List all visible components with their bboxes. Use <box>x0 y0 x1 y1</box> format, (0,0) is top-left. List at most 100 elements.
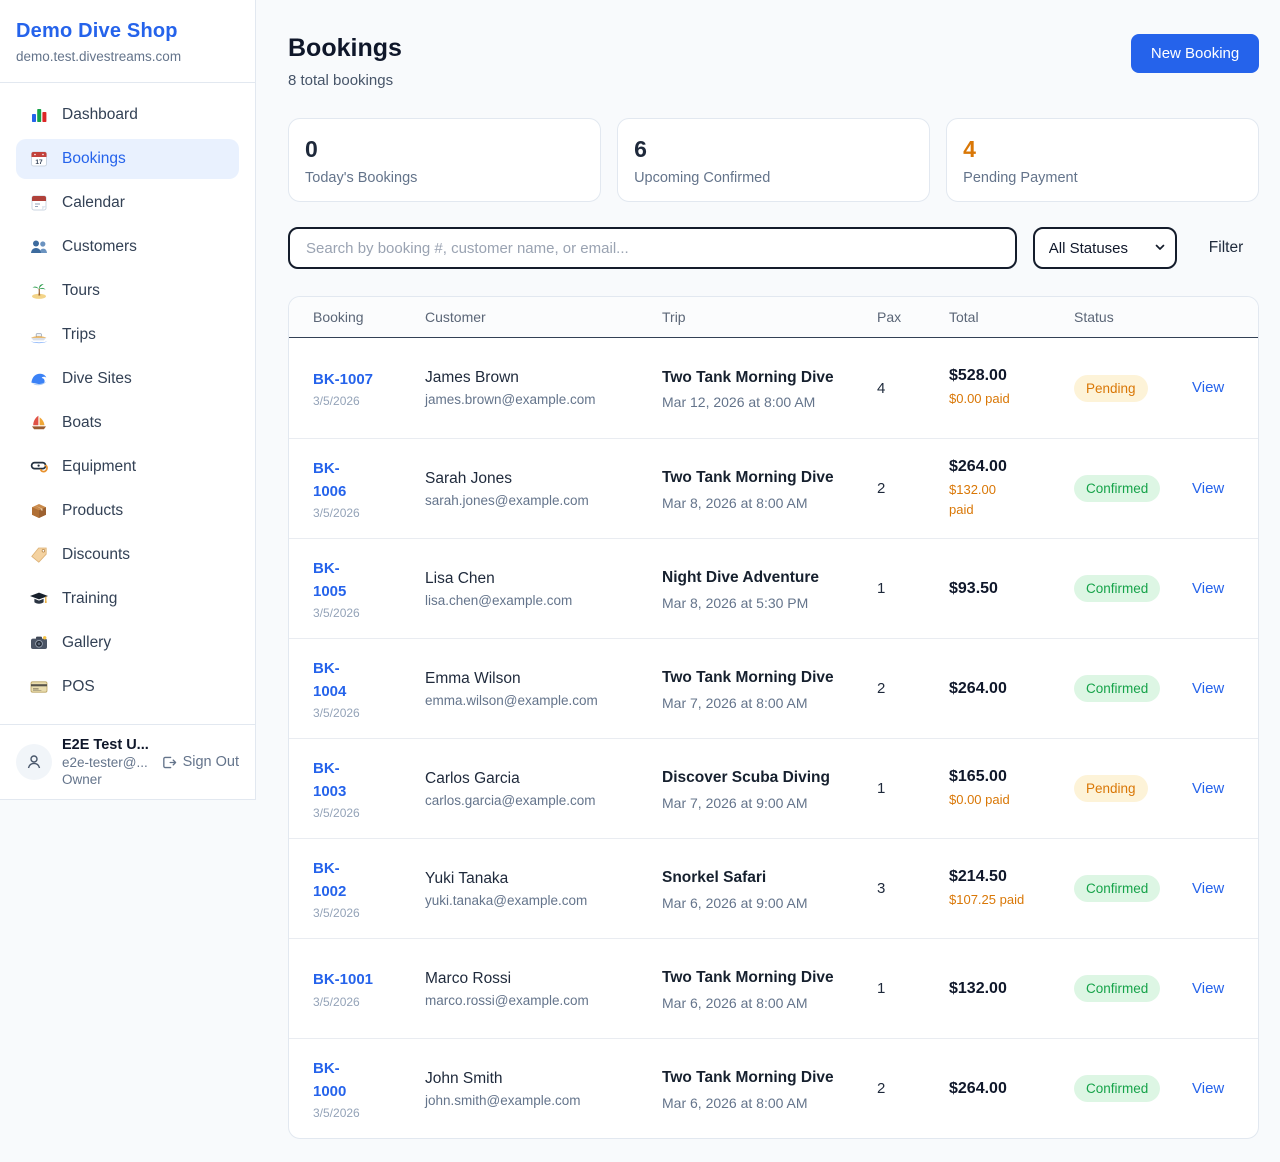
sidebar-item-discounts[interactable]: Discounts <box>16 535 239 575</box>
booking-id-link[interactable]: BK-1005 <box>313 557 346 604</box>
total-amount: $528.00 <box>949 367 1064 385</box>
customer-name: Emma Wilson <box>425 670 652 688</box>
column-header-pax: Pax <box>877 309 949 325</box>
view-link[interactable]: View <box>1192 780 1224 797</box>
column-header-status: Status <box>1074 309 1192 325</box>
sidebar-item-label: Gallery <box>62 634 111 652</box>
total-amount: $132.00 <box>949 980 1064 998</box>
filter-button[interactable]: Filter <box>1193 239 1259 257</box>
customer-name: James Brown <box>425 369 652 387</box>
paid-amount: $0.00 paid <box>949 389 1064 409</box>
view-link[interactable]: View <box>1192 1080 1224 1097</box>
page-title-block: Bookings 8 total bookings <box>288 34 402 89</box>
sidebar-item-calendar[interactable]: Calendar <box>16 183 239 223</box>
page-title: Bookings <box>288 34 402 63</box>
booking-id-link[interactable]: BK-1002 <box>313 857 346 904</box>
trip-datetime: Mar 7, 2026 at 8:00 AM <box>662 695 867 711</box>
booking-id-link[interactable]: BK-1006 <box>313 457 346 504</box>
view-link[interactable]: View <box>1192 980 1224 997</box>
customer-email: yuki.tanaka@example.com <box>425 893 652 908</box>
status-select[interactable]: All Statuses <box>1033 227 1177 269</box>
trip-datetime: Mar 6, 2026 at 8:00 AM <box>662 995 867 1011</box>
sidebar-nav: Dashboard 17 Bookings Calendar CustomersTour… <box>0 83 255 723</box>
customer-name: John Smith <box>425 1070 652 1088</box>
sidebar-item-bookings[interactable]: 17 Bookings <box>16 139 239 179</box>
customer-name: Yuki Tanaka <box>425 870 652 888</box>
dive-sites-icon <box>29 369 49 389</box>
customer-email: carlos.garcia@example.com <box>425 793 652 808</box>
trip-name: Two Tank Morning Dive <box>662 966 834 989</box>
trip-name: Snorkel Safari <box>662 866 834 889</box>
new-booking-button[interactable]: New Booking <box>1131 34 1259 73</box>
sidebar-item-boats[interactable]: Boats <box>16 403 239 443</box>
status-badge: Pending <box>1074 775 1148 802</box>
paid-amount: $0.00 paid <box>949 790 1064 810</box>
booking-id-link[interactable]: BK-1000 <box>313 1057 346 1104</box>
customer-name: Marco Rossi <box>425 970 652 988</box>
stat-cards: 0Today's Bookings6Upcoming Confirmed4Pen… <box>288 118 1259 202</box>
status-badge: Confirmed <box>1074 575 1160 602</box>
sidebar-item-label: Calendar <box>62 194 125 212</box>
dashboard-icon <box>29 105 49 125</box>
trip-datetime: Mar 6, 2026 at 8:00 AM <box>662 1095 867 1111</box>
stat-label: Today's Bookings <box>305 170 584 186</box>
column-header-total: Total <box>949 309 1074 325</box>
customer-email: james.brown@example.com <box>425 392 652 407</box>
booking-id-link[interactable]: BK-1003 <box>313 757 346 804</box>
sidebar-item-label: Bookings <box>62 150 126 168</box>
sidebar-item-customers[interactable]: Customers <box>16 227 239 267</box>
svg-text:17: 17 <box>35 159 43 166</box>
sidebar-item-products[interactable]: Products <box>16 491 239 531</box>
trips-icon <box>29 325 49 345</box>
view-link[interactable]: View <box>1192 379 1224 396</box>
sidebar-item-trips[interactable]: Trips <box>16 315 239 355</box>
trip-name: Two Tank Morning Dive <box>662 366 834 389</box>
column-header-customer: Customer <box>425 309 662 325</box>
status-badge: Confirmed <box>1074 475 1160 502</box>
user-role: Owner <box>62 772 150 787</box>
equipment-icon <box>29 457 49 477</box>
booking-id-link[interactable]: BK-1007 <box>313 368 373 391</box>
booking-id-link[interactable]: BK-1004 <box>313 657 346 704</box>
sidebar-item-tours[interactable]: Tours <box>16 271 239 311</box>
booking-date: 3/5/2026 <box>313 606 415 620</box>
training-icon <box>29 589 49 609</box>
table-row: BK-10023/5/2026Yuki Tanakayuki.tanaka@ex… <box>289 838 1258 938</box>
customer-email: john.smith@example.com <box>425 1093 652 1108</box>
table-row: BK-10063/5/2026Sarah Jonessarah.jones@ex… <box>289 438 1258 538</box>
calendar-icon <box>29 193 49 213</box>
search-input[interactable] <box>288 227 1017 269</box>
customer-name: Carlos Garcia <box>425 770 652 788</box>
booking-date: 3/5/2026 <box>313 1106 415 1120</box>
trip-name: Two Tank Morning Dive <box>662 1066 834 1089</box>
total-amount: $264.00 <box>949 458 1064 476</box>
stat-value: 6 <box>634 136 913 163</box>
sidebar-item-pos[interactable]: POS <box>16 667 239 707</box>
sidebar-item-gallery[interactable]: Gallery <box>16 623 239 663</box>
customer-email: sarah.jones@example.com <box>425 493 652 508</box>
sidebar-item-label: Training <box>62 590 117 608</box>
sidebar-item-equipment[interactable]: Equipment <box>16 447 239 487</box>
view-link[interactable]: View <box>1192 880 1224 897</box>
view-link[interactable]: View <box>1192 580 1224 597</box>
total-amount: $264.00 <box>949 1080 1064 1098</box>
main-content: Bookings 8 total bookings New Booking 0T… <box>256 0 1280 1162</box>
status-badge: Confirmed <box>1074 975 1160 1002</box>
booking-date: 3/5/2026 <box>313 506 415 520</box>
view-link[interactable]: View <box>1192 480 1224 497</box>
sign-out-label: Sign Out <box>183 754 239 770</box>
trip-datetime: Mar 6, 2026 at 9:00 AM <box>662 895 867 911</box>
table-header-row: BookingCustomerTripPaxTotalStatus <box>289 297 1258 338</box>
trip-name: Night Dive Adventure <box>662 566 834 589</box>
booking-id-link[interactable]: BK-1001 <box>313 968 373 991</box>
page-header: Bookings 8 total bookings New Booking <box>288 34 1259 89</box>
sidebar-item-dashboard[interactable]: Dashboard <box>16 95 239 135</box>
table-row: BK-10073/5/2026James Brownjames.brown@ex… <box>289 338 1258 438</box>
gallery-icon <box>29 633 49 653</box>
sign-out-button[interactable]: Sign Out <box>160 754 239 771</box>
sidebar-item-training[interactable]: Training <box>16 579 239 619</box>
view-link[interactable]: View <box>1192 680 1224 697</box>
paid-amount: $107.25 paid <box>949 890 1064 910</box>
bookings-table: BookingCustomerTripPaxTotalStatus BK-100… <box>288 296 1259 1139</box>
sidebar-item-dive-sites[interactable]: Dive Sites <box>16 359 239 399</box>
